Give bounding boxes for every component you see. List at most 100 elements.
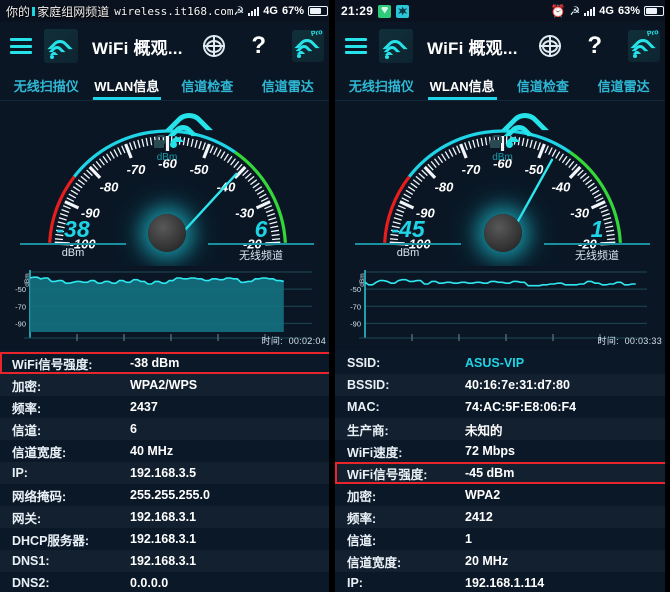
green-app-icon bbox=[378, 4, 392, 18]
readout-rule bbox=[544, 243, 650, 245]
info-row-value: -45 dBm bbox=[465, 466, 515, 480]
info-row-value: 2412 bbox=[465, 510, 493, 524]
info-row: 加密: WPA2 bbox=[335, 484, 670, 506]
svg-text:-70: -70 bbox=[15, 302, 26, 311]
gauge-unit-label: dBm bbox=[156, 152, 178, 163]
gauge-center-wifi-icon: dBm bbox=[139, 105, 214, 163]
help-button[interactable]: ? bbox=[587, 34, 602, 58]
gauge-readout: -38 dBm 6 无线频道 bbox=[0, 216, 334, 262]
info-row-value: 未知的 bbox=[465, 423, 503, 438]
info-row-value: WPA2/WPS bbox=[130, 378, 198, 392]
tab-wlan-info[interactable]: WLAN信息 bbox=[87, 70, 168, 100]
info-row-key: 信道: bbox=[347, 533, 377, 548]
info-row-key: 频率: bbox=[347, 511, 377, 526]
info-row-value: 2437 bbox=[130, 400, 158, 414]
app-toolbar: WiFi 概观... ? Pro bbox=[335, 22, 670, 70]
app-toolbar: WiFi 概观... ? Pro bbox=[0, 22, 334, 70]
info-row: 信道宽度: 20 MHz bbox=[335, 550, 670, 572]
tab-wlan-info[interactable]: WLAN信息 bbox=[422, 70, 503, 100]
info-row-value: 40 MHz bbox=[130, 444, 174, 458]
elapsed-time-value: 00:03:33 bbox=[624, 336, 662, 346]
wifi-icon: ☭ bbox=[233, 4, 245, 18]
info-row-key: 频率: bbox=[12, 401, 42, 416]
info-row-value: 6 bbox=[130, 422, 137, 436]
signal-bars-icon bbox=[248, 6, 260, 16]
info-row: 生产商: 未知的 bbox=[335, 418, 670, 440]
info-row-value: 192.168.3.5 bbox=[130, 466, 197, 480]
gauge-readout: -45 dBm 1 无线频道 bbox=[335, 216, 670, 262]
info-row: 信道: 1 bbox=[335, 528, 670, 550]
signal-strength-caption: dBm bbox=[396, 247, 420, 259]
status-icons: ⏰ ☭ 4G 63% bbox=[551, 4, 667, 18]
info-row-value: WPA2 bbox=[465, 488, 501, 502]
hamburger-menu-icon[interactable] bbox=[10, 38, 32, 54]
info-row-key: DNS2: bbox=[12, 576, 50, 590]
battery-icon bbox=[644, 6, 667, 16]
info-row-value: 192.168.3.1 bbox=[130, 532, 197, 546]
svg-text:-50: -50 bbox=[190, 162, 210, 177]
channel-caption: 无线频道 bbox=[575, 250, 619, 262]
tab-channel-check[interactable]: 信道检查 bbox=[167, 70, 248, 100]
info-row-value: ASUS-VIP bbox=[465, 356, 525, 370]
info-row: 网关: 192.168.3.1 bbox=[0, 506, 334, 528]
channel-caption: 无线频道 bbox=[239, 250, 283, 262]
globe-icon[interactable] bbox=[539, 35, 562, 57]
phone-screenshot-left: 你的 家庭组网频道 wireless.it168.com ☭ 4G 67% Wi… bbox=[0, 0, 335, 592]
watermark-dot-icon bbox=[32, 6, 36, 16]
network-type-label: 4G bbox=[263, 5, 278, 17]
svg-text:-70: -70 bbox=[127, 162, 147, 177]
tab-channel-radar[interactable]: 信道雷达 bbox=[248, 70, 329, 100]
info-row: 频率: 2437 bbox=[0, 396, 334, 418]
info-row-key: MAC: bbox=[347, 400, 380, 414]
watermark-text: 家庭组网频道 bbox=[37, 4, 110, 19]
globe-icon[interactable] bbox=[203, 35, 226, 57]
tab-wireless-scanner[interactable]: 无线扫描仪 bbox=[341, 70, 422, 100]
info-row-key: IP: bbox=[12, 466, 28, 480]
signal-history-chart: -50 -70 -90 dBm 时间: 00:03:33 bbox=[335, 266, 670, 350]
info-row: BSSID: 40:16:7e:31:d7:80 bbox=[335, 374, 670, 396]
tab-bar: 无线扫描仪 WLAN信息 信道检查 信道雷达 bbox=[0, 70, 334, 100]
info-row-key: IP: bbox=[347, 576, 363, 590]
page-title: WiFi 概观... bbox=[92, 38, 183, 58]
hamburger-menu-icon[interactable] bbox=[345, 38, 367, 54]
tab-wireless-scanner[interactable]: 无线扫描仪 bbox=[6, 70, 87, 100]
signal-strength-value: -38 bbox=[56, 216, 90, 242]
info-row-key: BSSID: bbox=[347, 378, 390, 392]
battery-percent-label: 63% bbox=[617, 5, 640, 17]
screen-edge bbox=[665, 0, 670, 592]
tab-channel-radar[interactable]: 信道雷达 bbox=[583, 70, 664, 100]
info-row-key: SSID: bbox=[347, 356, 381, 370]
info-row-value: 72 Mbps bbox=[465, 444, 516, 458]
signal-strength-caption: dBm bbox=[61, 247, 85, 259]
svg-text:-90: -90 bbox=[15, 319, 26, 328]
info-row-value: 1 bbox=[465, 532, 472, 546]
info-row-value: 20 MHz bbox=[465, 554, 509, 568]
svg-text:-80: -80 bbox=[435, 179, 455, 194]
phone-screenshot-right: 21:29 ⏰ ☭ 4G 63% WiFi 概观... ? Pro 无线扫描仪 … bbox=[335, 0, 670, 592]
lock-icon bbox=[154, 135, 166, 148]
help-button[interactable]: ? bbox=[251, 34, 266, 58]
info-row: DNS1: 192.168.3.1 bbox=[0, 550, 334, 572]
info-row: 信道: 6 bbox=[0, 418, 334, 440]
elapsed-time-label: 时间: bbox=[597, 336, 619, 346]
channel-value: 1 bbox=[590, 216, 604, 242]
info-row-key: 信道宽度: bbox=[12, 445, 67, 460]
wifi-icon: ☭ bbox=[569, 4, 581, 18]
screen-edge bbox=[329, 0, 334, 592]
svg-text:-80: -80 bbox=[100, 179, 120, 194]
channel-value: 6 bbox=[254, 216, 268, 242]
gauge-center-wifi-icon: dBm bbox=[475, 105, 549, 163]
info-row-value: 0.0.0.0 bbox=[130, 576, 169, 590]
wifi-pro-icon[interactable]: Pro bbox=[292, 29, 324, 62]
info-row: WiFi信号强度: -45 dBm bbox=[335, 462, 670, 484]
tab-bar: 无线扫描仪 WLAN信息 信道检查 信道雷达 bbox=[335, 70, 670, 100]
channel-readout: 1 无线频道 bbox=[538, 216, 656, 263]
info-row-value: -38 dBm bbox=[130, 356, 180, 370]
svg-text:-70: -70 bbox=[350, 302, 361, 311]
info-row: MAC: 74:AC:5F:E8:06:F4 bbox=[335, 396, 670, 418]
info-row: WiFi速度: 72 Mbps bbox=[335, 440, 670, 462]
wifi-pro-icon[interactable]: Pro bbox=[628, 29, 660, 62]
info-row-key: 生产商: bbox=[347, 423, 389, 438]
info-row: IP: 192.168.3.5 bbox=[0, 462, 334, 484]
tab-channel-check[interactable]: 信道检查 bbox=[503, 70, 584, 100]
